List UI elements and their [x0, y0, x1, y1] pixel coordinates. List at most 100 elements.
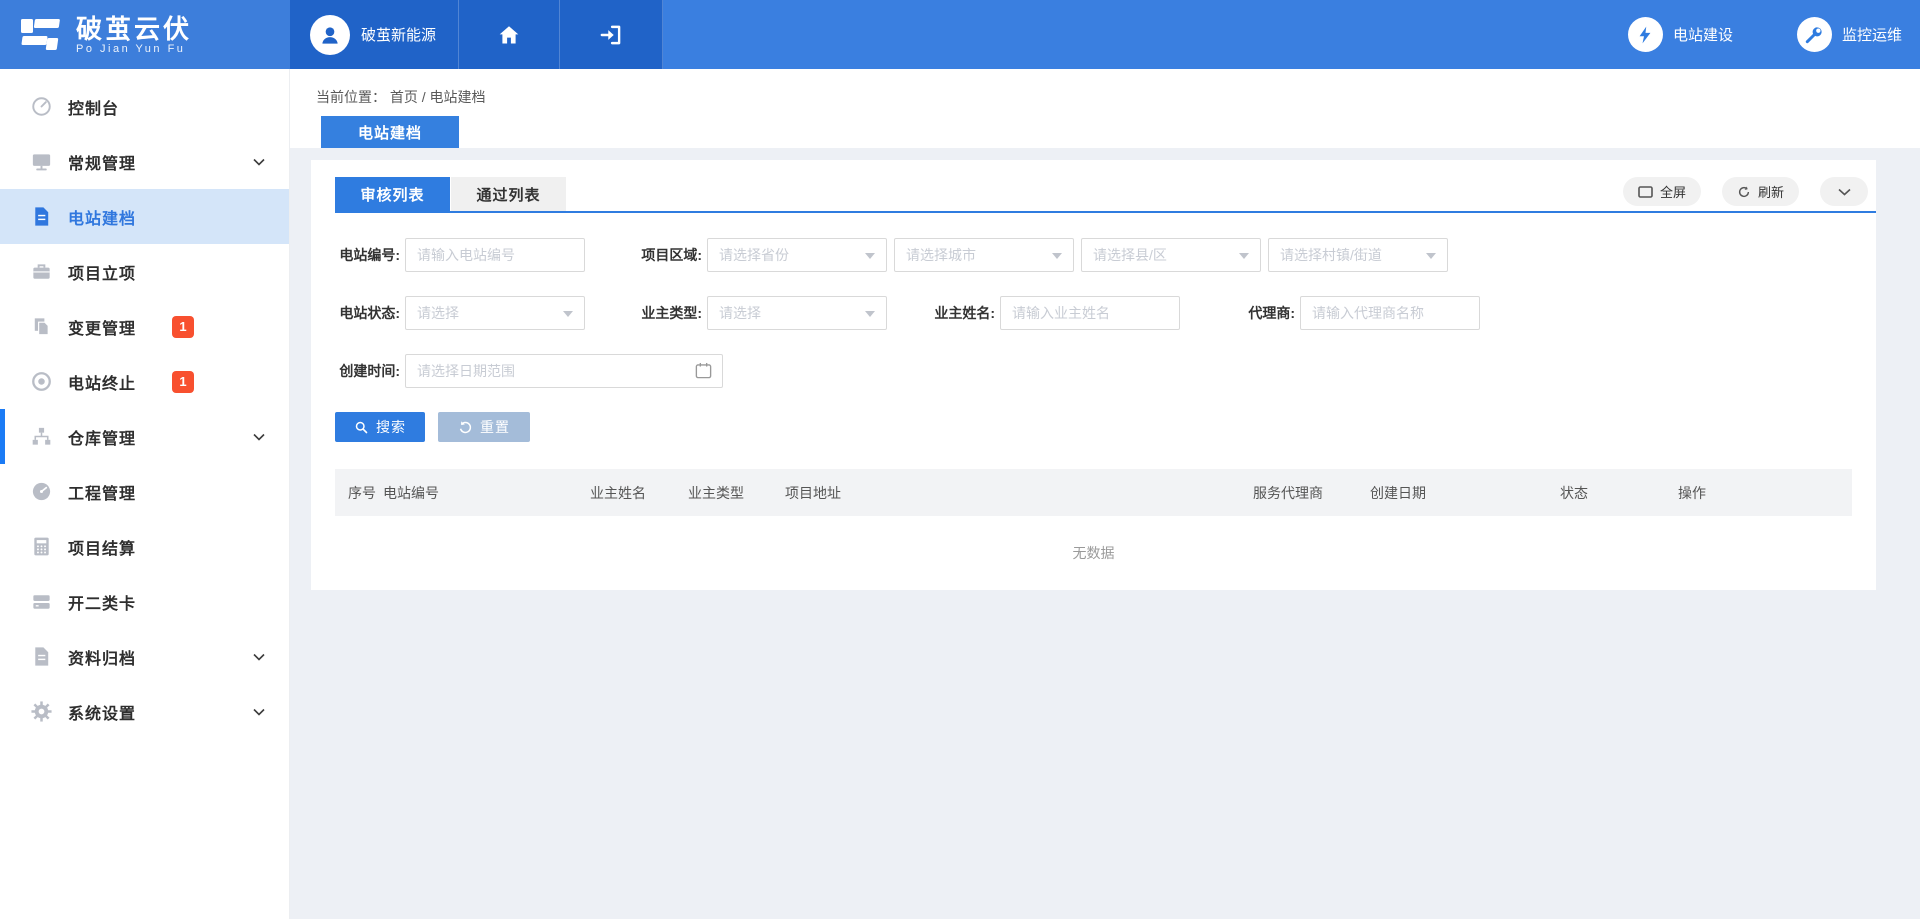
station-termination-badge: 1: [172, 371, 194, 393]
refresh-icon: [1737, 185, 1751, 199]
breadcrumb: 当前位置： 首页 / 电站建档: [316, 87, 486, 107]
copy-pages-icon: [29, 315, 53, 339]
sidebar-item-console[interactable]: 控制台: [0, 79, 289, 134]
app-subtitle: Po Jian Yun Fu: [76, 43, 192, 55]
col-owner-type: 业主类型: [688, 483, 785, 503]
agent-label: 代理商:: [1230, 303, 1295, 323]
station-code-input[interactable]: [405, 238, 585, 272]
sidebar-item-station-filing[interactable]: 电站建档: [0, 189, 289, 244]
station-status-select[interactable]: 请选择: [405, 296, 585, 330]
dashboard-icon: [29, 480, 53, 504]
caret-down-icon: [563, 311, 573, 317]
gauge-icon: [29, 95, 53, 119]
province-select[interactable]: 请选择省份: [707, 238, 887, 272]
nav-monitor-ops[interactable]: 监控运维: [1797, 17, 1902, 52]
chevron-down-icon: [1838, 188, 1851, 196]
active-indicator-bar: [0, 409, 5, 464]
county-select[interactable]: 请选择县/区: [1081, 238, 1261, 272]
briefcase-icon: [29, 260, 53, 284]
date-range-field: [405, 354, 723, 388]
panel-header: 审核列表 通过列表 全屏 刷新: [335, 160, 1876, 213]
filter-form: 电站编号: 项目区域: 请选择省份 请选择城市 请选择县/区 请选择村镇/街道 …: [311, 213, 1876, 442]
page-tab-station-filing[interactable]: 电站建档: [321, 116, 459, 148]
sidebar-item-station-termination[interactable]: 电站终止 1: [0, 354, 289, 409]
sidebar-item-engineering-mgmt[interactable]: 工程管理: [0, 464, 289, 519]
tab-passed-list[interactable]: 通过列表: [451, 177, 566, 211]
brand-logo-icon: [18, 12, 64, 58]
fullscreen-icon: [1638, 186, 1653, 198]
change-mgmt-badge: 1: [172, 316, 194, 338]
reset-button[interactable]: 重置: [438, 412, 530, 442]
tab-review-list[interactable]: 审核列表: [335, 177, 450, 211]
town-select[interactable]: 请选择村镇/街道: [1268, 238, 1448, 272]
calculator-icon: [29, 535, 53, 559]
nav-station-build[interactable]: 电站建设: [1628, 17, 1733, 52]
gear-icon: [29, 700, 53, 724]
app-title: 破茧云伏: [76, 15, 192, 43]
sidebar-item-project-initiation[interactable]: 项目立项: [0, 244, 289, 299]
city-select[interactable]: 请选择城市: [894, 238, 1074, 272]
refresh-button[interactable]: 刷新: [1722, 177, 1799, 206]
col-owner-name: 业主姓名: [590, 483, 688, 503]
panel-tools: 全屏 刷新: [1623, 177, 1868, 206]
nav-monitor-ops-label: 监控运维: [1842, 24, 1902, 45]
monitor-icon: [29, 150, 53, 174]
filter-row-3: 创建时间:: [335, 354, 1852, 388]
owner-type-label: 业主类型:: [637, 303, 702, 323]
project-region-label: 项目区域:: [637, 245, 702, 265]
chevron-down-icon: [253, 433, 265, 441]
owner-name-label: 业主姓名:: [930, 303, 995, 323]
sidebar-item-system-settings[interactable]: 系统设置: [0, 684, 289, 739]
sidebar-item-project-settlement[interactable]: 项目结算: [0, 519, 289, 574]
card-icon: [29, 590, 53, 614]
list-tabs: 审核列表 通过列表: [335, 177, 567, 211]
sidebar-item-change-mgmt[interactable]: 变更管理 1: [0, 299, 289, 354]
caret-down-icon: [1426, 253, 1436, 259]
col-station-code: 电站编号: [383, 483, 590, 503]
sitemap-icon: [29, 425, 53, 449]
search-icon: [354, 420, 369, 435]
document-icon: [29, 205, 53, 229]
nav-station-build-label: 电站建设: [1673, 24, 1733, 45]
breadcrumb-path: 首页 / 电站建档: [390, 89, 486, 105]
sidebar-item-general-mgmt[interactable]: 常规管理: [0, 134, 289, 189]
sidebar-item-data-archive[interactable]: 资料归档: [0, 629, 289, 684]
record-circle-icon: [29, 370, 53, 394]
top-header: 破茧云伏 Po Jian Yun Fu 破茧新能源: [0, 0, 1920, 69]
sidebar-item-open-type2-card[interactable]: 开二类卡: [0, 574, 289, 629]
date-range-input[interactable]: [405, 354, 723, 388]
filter-row-1: 电站编号: 项目区域: 请选择省份 请选择城市 请选择县/区 请选择村镇/街道: [335, 238, 1852, 272]
table-header-row: 序号 电站编号 业主姓名 业主类型 项目地址 服务代理商 创建日期 状态 操作: [335, 469, 1852, 516]
col-create-date: 创建日期: [1370, 483, 1560, 503]
brand-logo: 破茧云伏 Po Jian Yun Fu: [0, 0, 290, 69]
collapse-panel-button[interactable]: [1820, 177, 1868, 206]
chevron-down-icon: [253, 158, 265, 166]
sidebar: 控制台 常规管理 电站建档: [0, 69, 290, 919]
caret-down-icon: [1239, 253, 1249, 259]
lightning-icon: [1628, 17, 1663, 52]
col-service-agent: 服务代理商: [1253, 483, 1370, 503]
chevron-down-icon: [253, 653, 265, 661]
create-time-label: 创建时间:: [335, 361, 400, 381]
sign-in-icon: [598, 22, 624, 48]
header-right-nav: 电站建设 监控运维: [663, 0, 1920, 69]
fullscreen-button[interactable]: 全屏: [1623, 177, 1701, 206]
avatar: [310, 15, 350, 55]
reset-icon: [458, 420, 473, 435]
sidebar-item-warehouse-mgmt[interactable]: 仓库管理: [0, 409, 289, 464]
caret-down-icon: [1052, 253, 1062, 259]
col-actions: 操作: [1678, 483, 1706, 503]
wrench-icon: [1797, 17, 1832, 52]
search-button[interactable]: 搜索: [335, 412, 425, 442]
logout-button[interactable]: [560, 0, 663, 69]
owner-name-input[interactable]: [1000, 296, 1180, 330]
home-button[interactable]: [459, 0, 560, 69]
owner-type-select[interactable]: 请选择: [707, 296, 887, 330]
breadcrumb-prefix: 当前位置：: [316, 89, 386, 105]
agent-input[interactable]: [1300, 296, 1480, 330]
user-account[interactable]: 破茧新能源: [290, 0, 459, 69]
col-status: 状态: [1560, 483, 1678, 503]
col-project-address: 项目地址: [785, 483, 1253, 503]
station-status-label: 电站状态:: [335, 303, 400, 323]
station-code-label: 电站编号:: [335, 245, 400, 265]
